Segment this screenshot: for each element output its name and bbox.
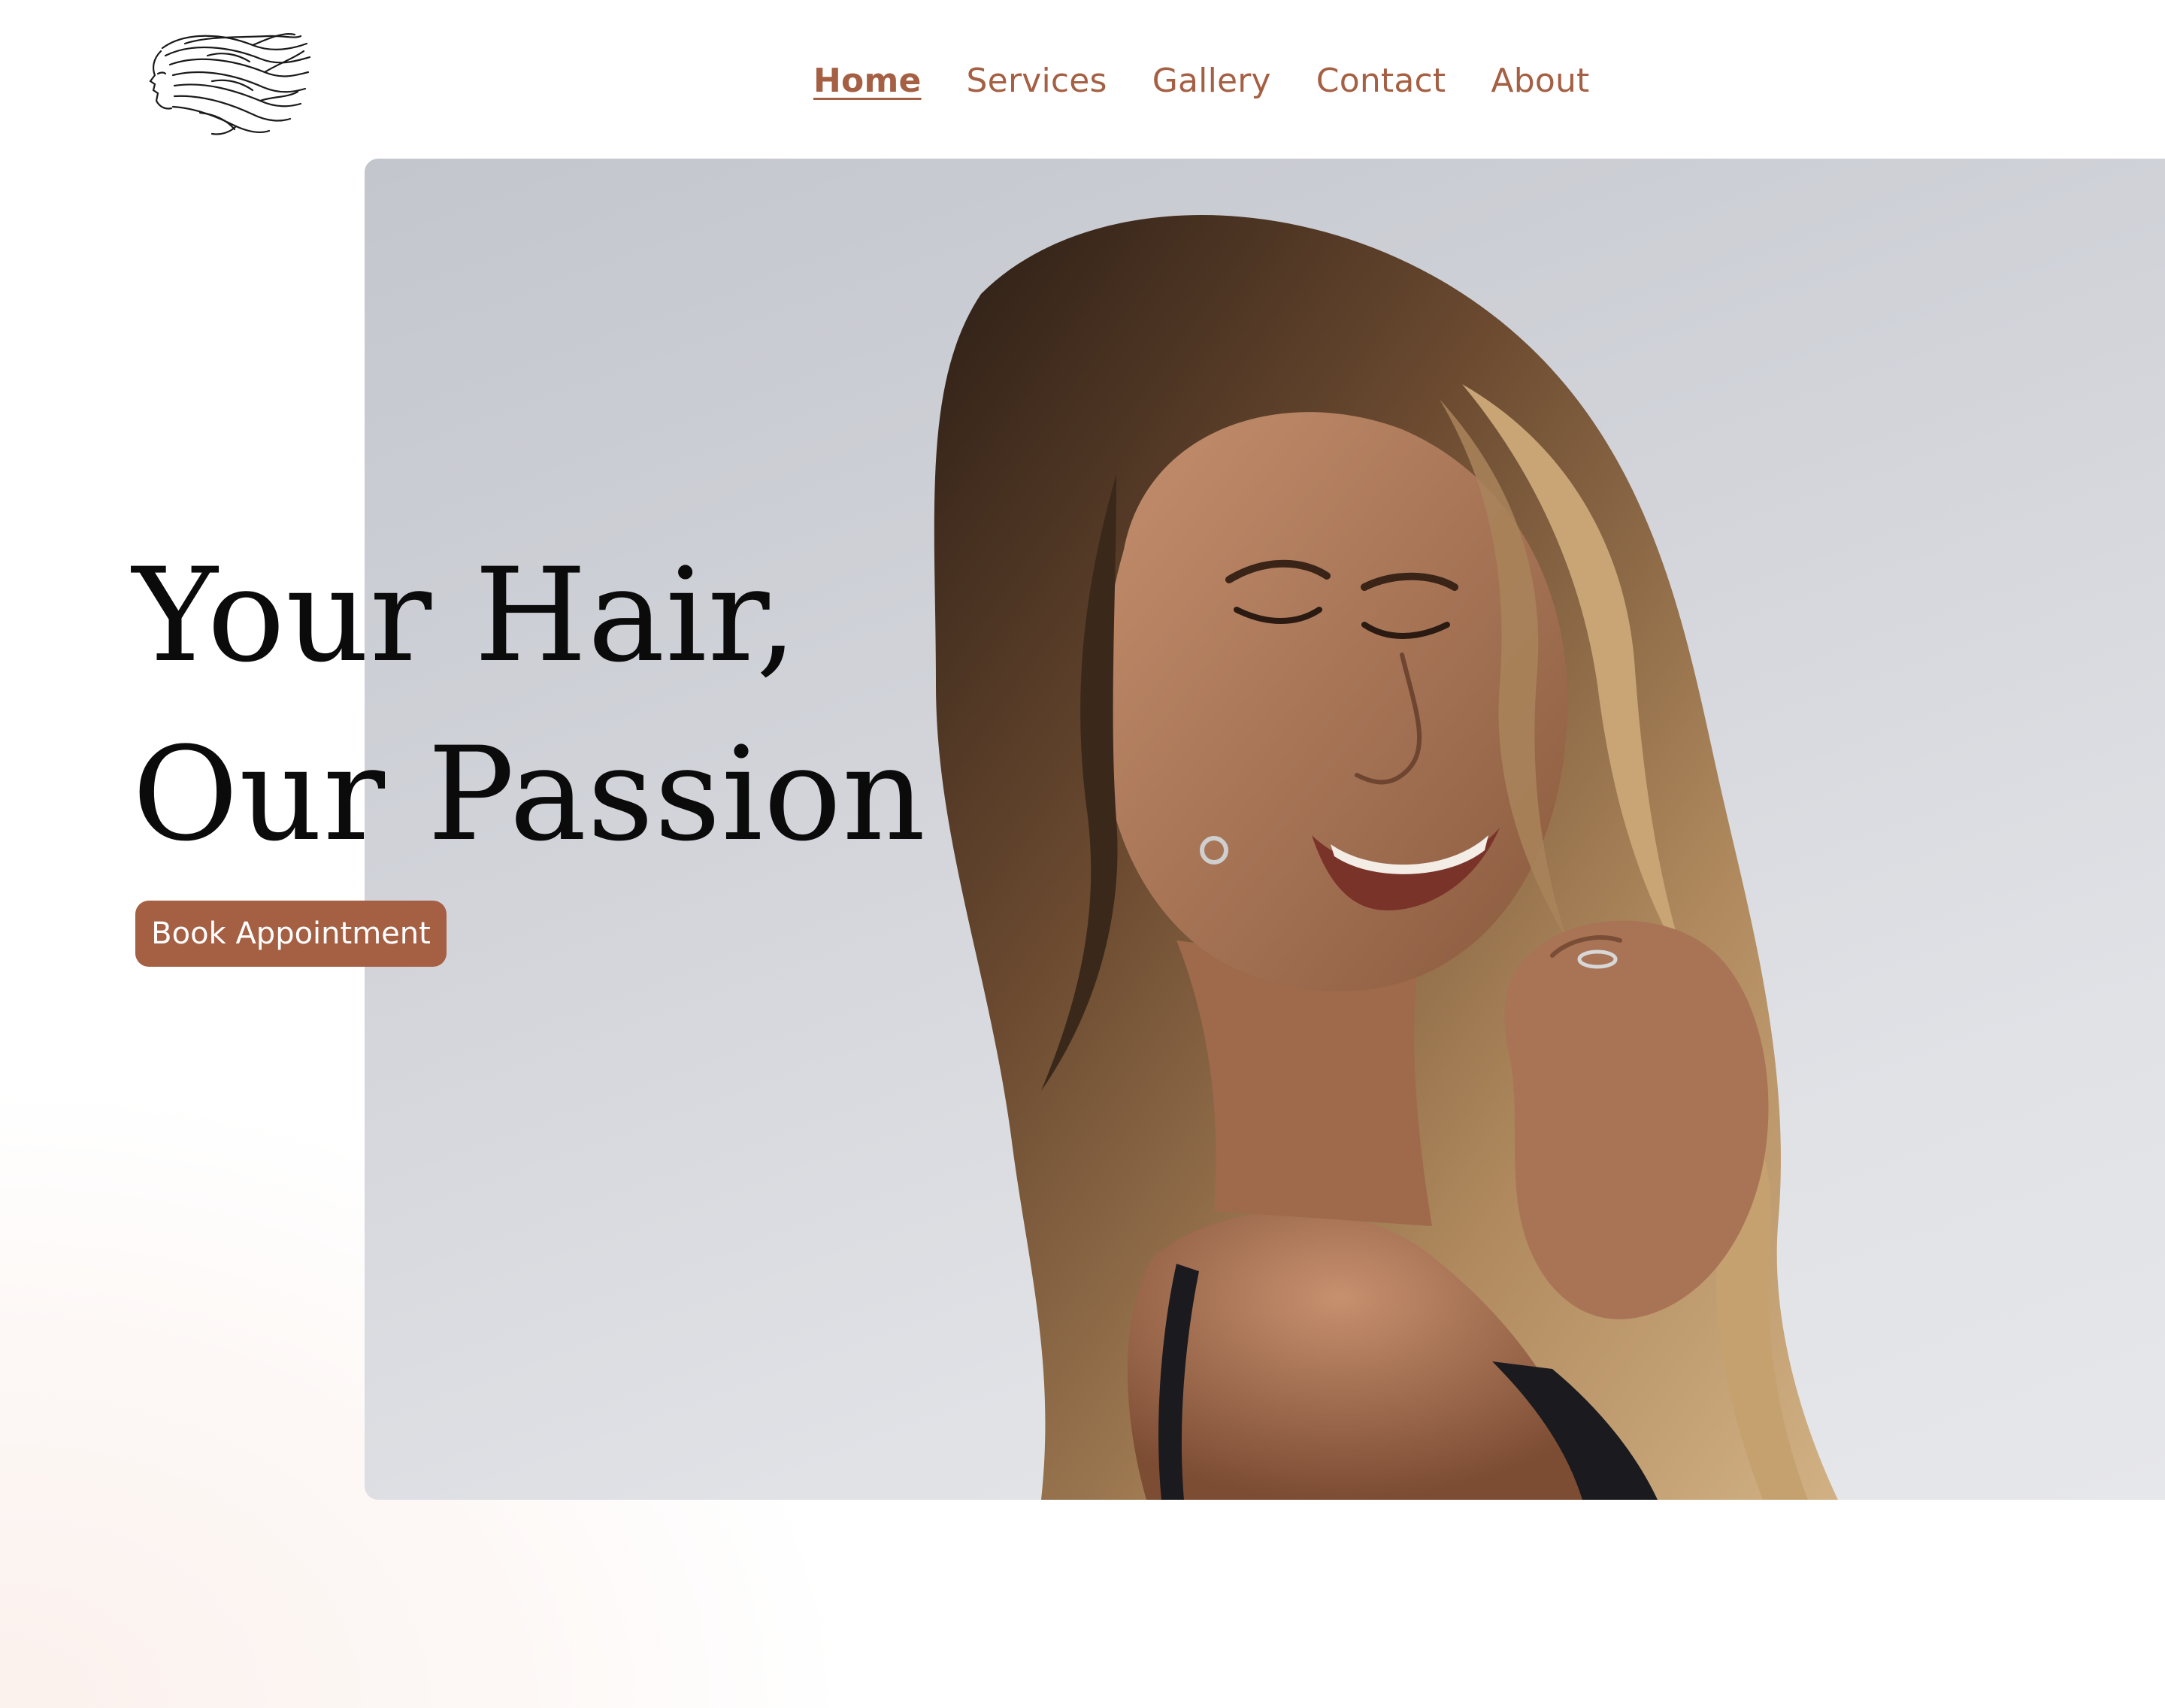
nav-about-link[interactable]: About [1491, 62, 1589, 100]
nav-gallery-link[interactable]: Gallery [1152, 62, 1271, 100]
hero-headline-line-2: Our Passion [132, 719, 927, 870]
main-nav: Home Services Gallery Contact About [813, 54, 1589, 107]
book-appointment-button[interactable]: Book Appointment [135, 901, 447, 967]
nav-home-link[interactable]: Home [813, 62, 922, 100]
hero-headline-line-1: Your Hair, [132, 540, 798, 691]
hero-headline: Your Hair, Our Passion [132, 526, 926, 884]
nav-services-link[interactable]: Services [967, 62, 1107, 100]
flowing-hair-logo-icon [149, 33, 311, 135]
brand-logo[interactable] [140, 29, 313, 138]
nav-contact-link[interactable]: Contact [1316, 62, 1446, 100]
